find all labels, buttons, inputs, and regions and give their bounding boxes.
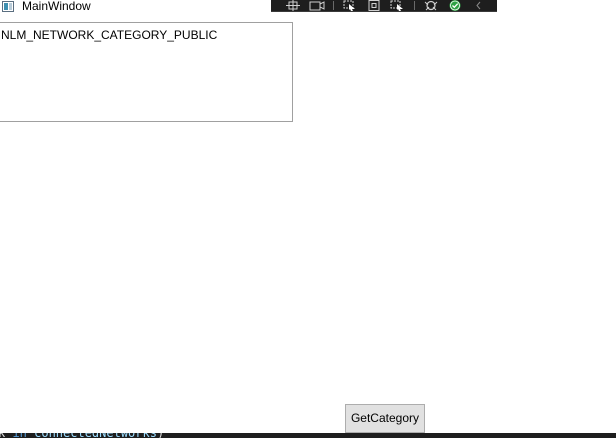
binding-success-icon[interactable] — [447, 0, 463, 11]
code-editor-strip: k in connectedNetworks) — [0, 433, 616, 438]
layout-adorners-icon[interactable] — [366, 0, 382, 11]
app-window-icon — [2, 1, 14, 12]
track-focused-icon[interactable] — [342, 0, 358, 11]
code-prefix: k — [0, 433, 12, 438]
display-layout-icon[interactable] — [309, 0, 325, 11]
code-suffix: ) — [157, 433, 164, 438]
code-line: k in connectedNetworks) — [0, 433, 164, 438]
toolbar-separator — [333, 1, 334, 10]
get-category-button[interactable]: GetCategory — [345, 404, 425, 433]
code-keyword: in — [12, 433, 26, 438]
select-element-icon[interactable] — [285, 0, 301, 11]
category-output-textbox[interactable]: NLM_NETWORK_CATEGORY_PUBLIC — [0, 22, 293, 122]
collapse-chevron-icon[interactable] — [471, 0, 487, 11]
code-identifier: connectedNetworks — [27, 433, 157, 438]
main-window: MainWindow NLM_NETWORK_CATEGORY_PUBLIC G… — [0, 0, 616, 438]
accessibility-icon[interactable] — [423, 0, 439, 11]
toolbar-separator — [414, 1, 415, 10]
hot-reload-icon[interactable] — [390, 0, 406, 11]
xaml-debug-toolbar — [271, 0, 497, 12]
window-title: MainWindow — [22, 0, 91, 13]
